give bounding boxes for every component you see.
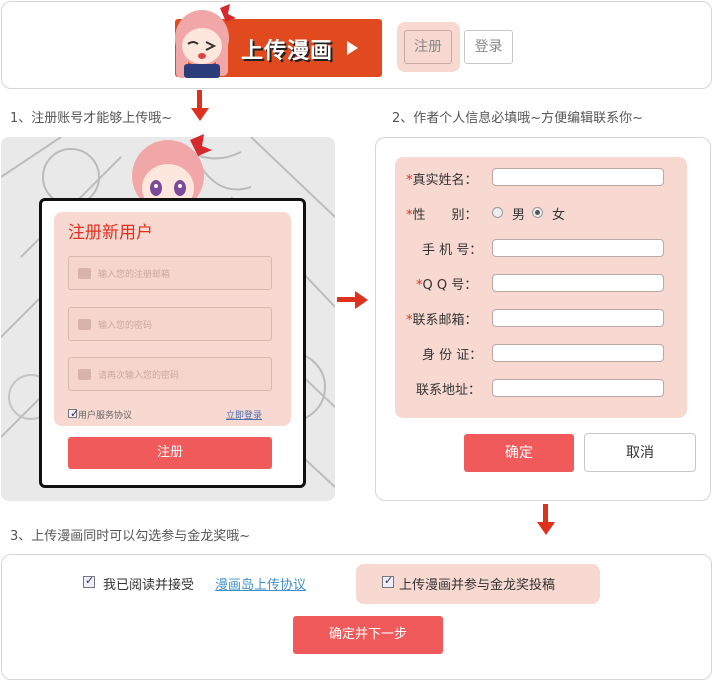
qq-input[interactable] — [492, 274, 664, 292]
down-arrow-1-head — [191, 108, 209, 121]
down-arrow-1-icon — [197, 90, 202, 110]
play-icon — [347, 41, 358, 55]
award-label: 上传漫画并参与金龙奖投稿 — [399, 578, 556, 593]
register-button[interactable]: 注册 — [404, 30, 452, 64]
lock-icon — [78, 369, 91, 380]
gender-male-radio[interactable] — [492, 207, 503, 218]
register-submit-button[interactable]: 注册 — [68, 437, 272, 469]
email-input[interactable] — [492, 309, 664, 327]
address-label: 联系地址： — [416, 383, 482, 398]
terms-label: 用户服务协议 — [78, 411, 133, 421]
upload-agreement-link[interactable]: 漫画岛上传协议 — [215, 574, 306, 593]
register-title: 注册新用户 — [68, 223, 153, 243]
phone-input[interactable] — [492, 239, 664, 257]
info-confirm-button[interactable]: 确定 — [464, 434, 574, 472]
qq-label: *Q Q 号： — [416, 278, 478, 293]
info-cancel-button[interactable]: 取消 — [584, 433, 696, 472]
upload-comic-title: 上传漫画 — [241, 39, 334, 64]
read-agreement-label: 我已阅读并接受 — [103, 578, 195, 593]
mascot-girl-icon — [175, 4, 236, 78]
id-card-label: 身 份 证： — [422, 348, 483, 363]
step-1-label: 1、注册账号才能够上传哦~ — [10, 111, 173, 126]
name-input[interactable] — [492, 168, 664, 186]
down-arrow-2-head — [537, 522, 555, 535]
award-checkbox[interactable] — [382, 574, 394, 588]
lock-icon — [78, 319, 91, 330]
register-password-input[interactable]: 输入您的密码 — [68, 307, 272, 341]
address-input[interactable] — [492, 379, 664, 397]
gender-female-radio[interactable] — [532, 207, 543, 218]
email-label: *联系邮箱： — [406, 313, 478, 328]
gender-male-label: 男 — [512, 208, 526, 223]
login-now-link[interactable]: 立即登录 — [226, 408, 262, 421]
register-email-input[interactable]: 输入您的注册邮箱 — [68, 256, 272, 290]
right-arrow-head — [355, 291, 368, 309]
phone-label: 手 机 号： — [422, 243, 483, 258]
read-agreement-checkbox[interactable] — [83, 574, 95, 588]
register-confirm-password-input[interactable]: 请再次输入您的密码 — [68, 357, 272, 391]
down-arrow-2-icon — [543, 504, 548, 524]
gender-label: *性 别： — [406, 208, 478, 223]
login-button[interactable]: 登录 — [464, 30, 513, 64]
right-arrow-icon — [337, 297, 357, 302]
step-3-label: 3、上传漫画同时可以勾选参与金龙奖哦~ — [10, 529, 251, 544]
terms-checkbox[interactable] — [68, 407, 79, 420]
confirm-next-button[interactable]: 确定并下一步 — [293, 616, 443, 654]
mail-icon — [78, 268, 91, 279]
gender-female-label: 女 — [552, 208, 566, 223]
step-2-label: 2、作者个人信息必填哦~方便编辑联系你~ — [392, 111, 644, 126]
id-card-input[interactable] — [492, 344, 664, 362]
name-label: *真实姓名： — [406, 173, 478, 188]
